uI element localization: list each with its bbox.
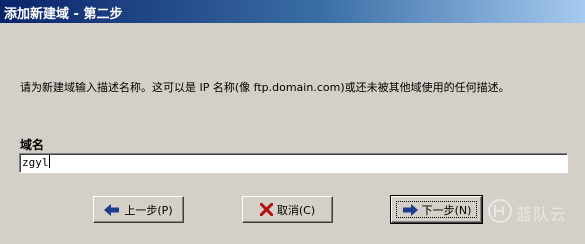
- watermark-logo-icon: [487, 198, 513, 228]
- cancel-button-label: 取消(C): [276, 203, 316, 217]
- watermark: 蓝队云: [487, 198, 567, 228]
- next-button-label: 下一步(N): [421, 203, 472, 217]
- back-button-label: 上一步(P): [124, 203, 173, 217]
- domain-input[interactable]: zgyl: [19, 153, 568, 173]
- next-button[interactable]: 下一步(N): [390, 195, 483, 224]
- watermark-text: 蓝队云: [516, 205, 568, 224]
- arrow-right-icon: [402, 203, 418, 216]
- dialog-window: 添加新建域 - 第二步 请为新建域输入描述名称。这可以是 IP 名称(像 ftp…: [0, 0, 585, 244]
- close-x-icon: [259, 203, 273, 216]
- back-button[interactable]: 上一步(P): [93, 196, 184, 223]
- text-caret: [48, 155, 50, 168]
- arrow-left-icon: [104, 203, 120, 216]
- cancel-button[interactable]: 取消(C): [242, 196, 333, 223]
- domain-label: 域名: [20, 138, 45, 152]
- title-bar[interactable]: 添加新建域 - 第二步: [0, 0, 585, 23]
- domain-input-value: zgyl: [22, 156, 49, 169]
- window-title: 添加新建域 - 第二步: [4, 7, 123, 22]
- description-text: 请为新建域输入描述名称。这可以是 IP 名称(像 ftp.domain.com)…: [20, 81, 510, 94]
